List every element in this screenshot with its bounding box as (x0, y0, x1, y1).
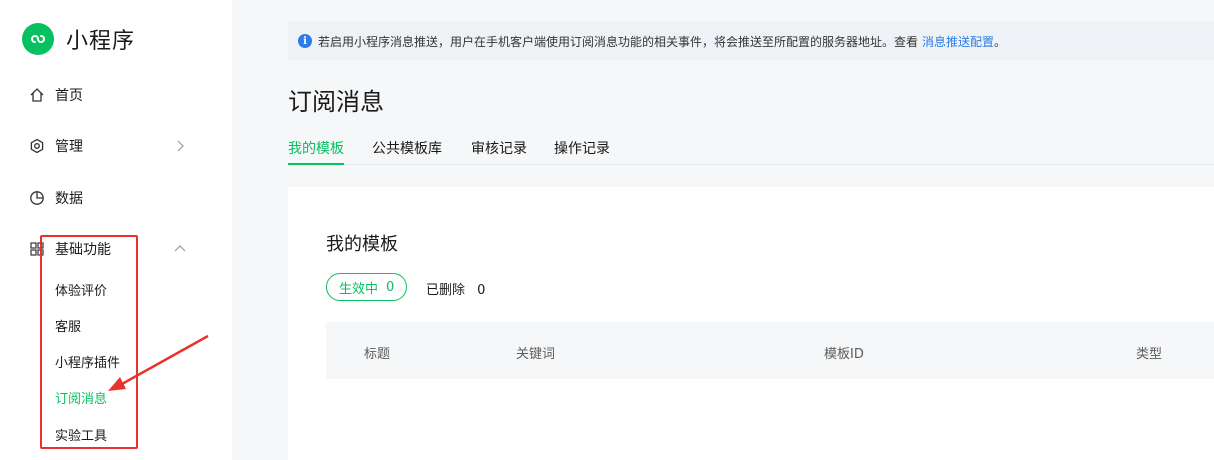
column-header-title: 标题 (364, 347, 391, 362)
column-header-keywords: 关键词 (516, 347, 556, 362)
tab-public-template-library[interactable]: 公共模板库 (372, 138, 442, 165)
annotation-highlight-box (40, 235, 138, 449)
message-push-config-link[interactable]: 消息推送配置 (922, 33, 994, 50)
sidebar-item-label: 首页 (55, 88, 83, 104)
filter-deleted-count: 0 (477, 283, 486, 298)
tab-my-templates[interactable]: 我的模板 (288, 138, 344, 165)
notice-banner: i 若启用小程序消息推送，用户在手机客户端使用订阅消息功能的相关事件，将会推送至… (288, 22, 1214, 60)
filter-active-count: 0 (386, 279, 395, 295)
chart-icon (28, 189, 46, 207)
sidebar-item-home[interactable]: 首页 (0, 72, 232, 118)
tab-operation-records[interactable]: 操作记录 (554, 138, 610, 165)
page-title: 订阅消息 (288, 88, 384, 116)
filter-deleted-button[interactable]: 已删除 0 (426, 279, 485, 298)
chevron-right-icon (172, 138, 188, 154)
sidebar-gutter (232, 0, 288, 460)
column-header-type: 类型 (1136, 347, 1163, 362)
tab-bar: 我的模板 公共模板库 审核记录 操作记录 (288, 138, 1214, 165)
tab-review-records[interactable]: 审核记录 (471, 138, 527, 165)
filter-active-button[interactable]: 生效中 0 (326, 273, 408, 301)
settings-icon (28, 137, 46, 155)
table-header: 标题 关键词 模板ID 类型 (326, 322, 1214, 379)
sidebar-item-manage[interactable]: 管理 (0, 123, 232, 169)
column-header-template-id: 模板ID (824, 347, 864, 362)
info-icon: i (298, 34, 312, 48)
card-title: 我的模板 (326, 234, 398, 255)
app-title: 小程序 (66, 29, 136, 54)
notice-suffix: 。 (994, 34, 1007, 49)
miniprogram-logo-icon (22, 23, 54, 55)
notice-text: 若启用小程序消息推送，用户在手机客户端使用订阅消息功能的相关事件，将会推送至所配… (318, 34, 919, 49)
filter-deleted-label: 已删除 (426, 283, 466, 298)
templates-card: 我的模板 生效中 0 已删除 0 标题 关键词 模板ID 类型 (288, 187, 1214, 460)
filter-active-label: 生效中 (339, 281, 379, 297)
sidebar-item-label: 管理 (55, 139, 83, 155)
home-icon (28, 86, 46, 104)
app-logo[interactable]: 小程序 (22, 23, 135, 55)
chevron-up-icon (172, 241, 188, 257)
sidebar-item-data[interactable]: 数据 (0, 175, 232, 221)
sidebar-item-label: 数据 (55, 191, 83, 207)
